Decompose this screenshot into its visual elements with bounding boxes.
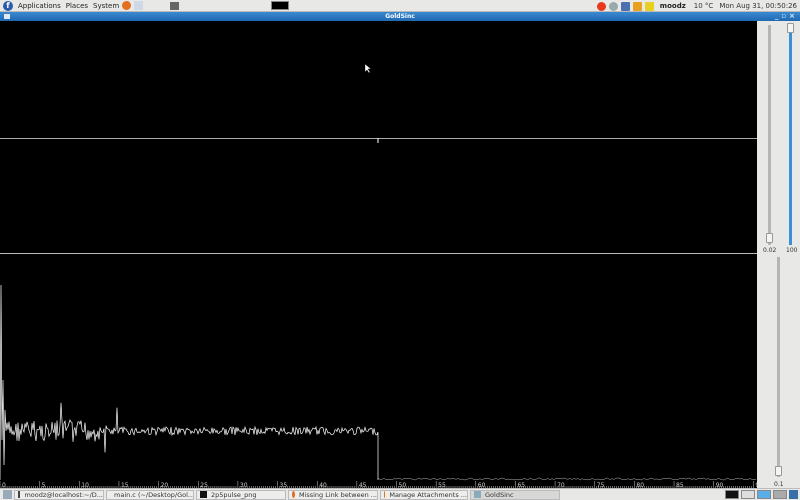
update-icon[interactable] — [596, 1, 606, 11]
firefox-icon[interactable] — [122, 1, 132, 10]
window-title: GoldSinc — [385, 13, 415, 20]
signal-plot[interactable] — [0, 21, 757, 481]
window-titlebar[interactable]: GoldSinc _▫× — [0, 12, 800, 21]
lower-trace-tail — [377, 477, 757, 481]
image-window-icon — [200, 491, 207, 498]
task-image[interactable]: 2p5pulse_png — [196, 489, 286, 500]
weather[interactable]: 10 °C — [694, 2, 714, 10]
task-terminal[interactable]: moodz@localhost:~/D... — [14, 489, 104, 500]
time-ruler[interactable]: 05101520253035404550556065707580859095 — [0, 481, 757, 488]
slider-panel: 0.02 100 0.1 — [757, 21, 800, 488]
trash-icon[interactable] — [789, 490, 798, 499]
task-goldsinc[interactable]: GoldSinc — [470, 489, 560, 500]
taskbar: moodz@localhost:~/D... main.c (~/Desktop… — [0, 488, 800, 500]
warning-icon[interactable] — [632, 1, 642, 11]
terminal-launcher-icon[interactable] — [170, 2, 179, 10]
close-icon[interactable]: × — [789, 12, 798, 20]
maximize-icon[interactable]: ▫ — [781, 12, 789, 20]
user-name[interactable]: moodz — [660, 2, 686, 10]
terminal-icon — [18, 491, 21, 498]
menu-places[interactable]: Places — [66, 2, 88, 10]
workspace-4[interactable] — [773, 490, 787, 499]
show-desktop-icon[interactable] — [3, 490, 12, 499]
task-editor[interactable]: main.c (~/Desktop/Gol... — [106, 489, 194, 500]
app-window-icon — [474, 491, 481, 498]
slider-3-value: 0.1 — [774, 481, 784, 488]
menu-applications[interactable]: Applications — [18, 2, 61, 10]
slider-3-track[interactable] — [777, 257, 780, 477]
task-firefox-2[interactable]: Manage Attachments ... — [380, 489, 468, 500]
notes-icon[interactable] — [644, 1, 654, 11]
fedora-logo-icon[interactable]: f — [3, 0, 13, 11]
firefox-icon — [292, 491, 295, 498]
menu-system[interactable]: System — [93, 2, 119, 10]
slider-1-track[interactable] — [768, 25, 771, 245]
window-menu-icon[interactable] — [4, 14, 10, 19]
task-firefox-1[interactable]: Missing Link between ... — [288, 489, 378, 500]
top-panel: f Applications Places System moodz 10 °C… — [0, 0, 800, 12]
mail-icon[interactable] — [134, 1, 144, 10]
mouse-cursor-icon — [364, 63, 372, 74]
clock[interactable]: Mon Aug 31, 00:50:26 — [719, 2, 797, 10]
workspace-2[interactable] — [741, 490, 755, 499]
volume-icon[interactable] — [608, 1, 618, 11]
workspace-1[interactable] — [725, 490, 739, 499]
slider-1-thumb[interactable] — [766, 233, 773, 243]
slider-2-value: 100 — [786, 247, 798, 254]
slider-1-value: 0.02 — [763, 247, 777, 254]
network-icon[interactable] — [620, 1, 630, 11]
slider-2-thumb[interactable] — [787, 23, 794, 33]
lower-trace-waveform — [0, 284, 379, 481]
slider-3-thumb[interactable] — [775, 466, 782, 476]
workspace-3[interactable] — [757, 490, 771, 499]
firefox-icon — [384, 491, 386, 498]
workspace-switcher[interactable] — [271, 1, 289, 10]
slider-2-track[interactable] — [789, 25, 792, 245]
